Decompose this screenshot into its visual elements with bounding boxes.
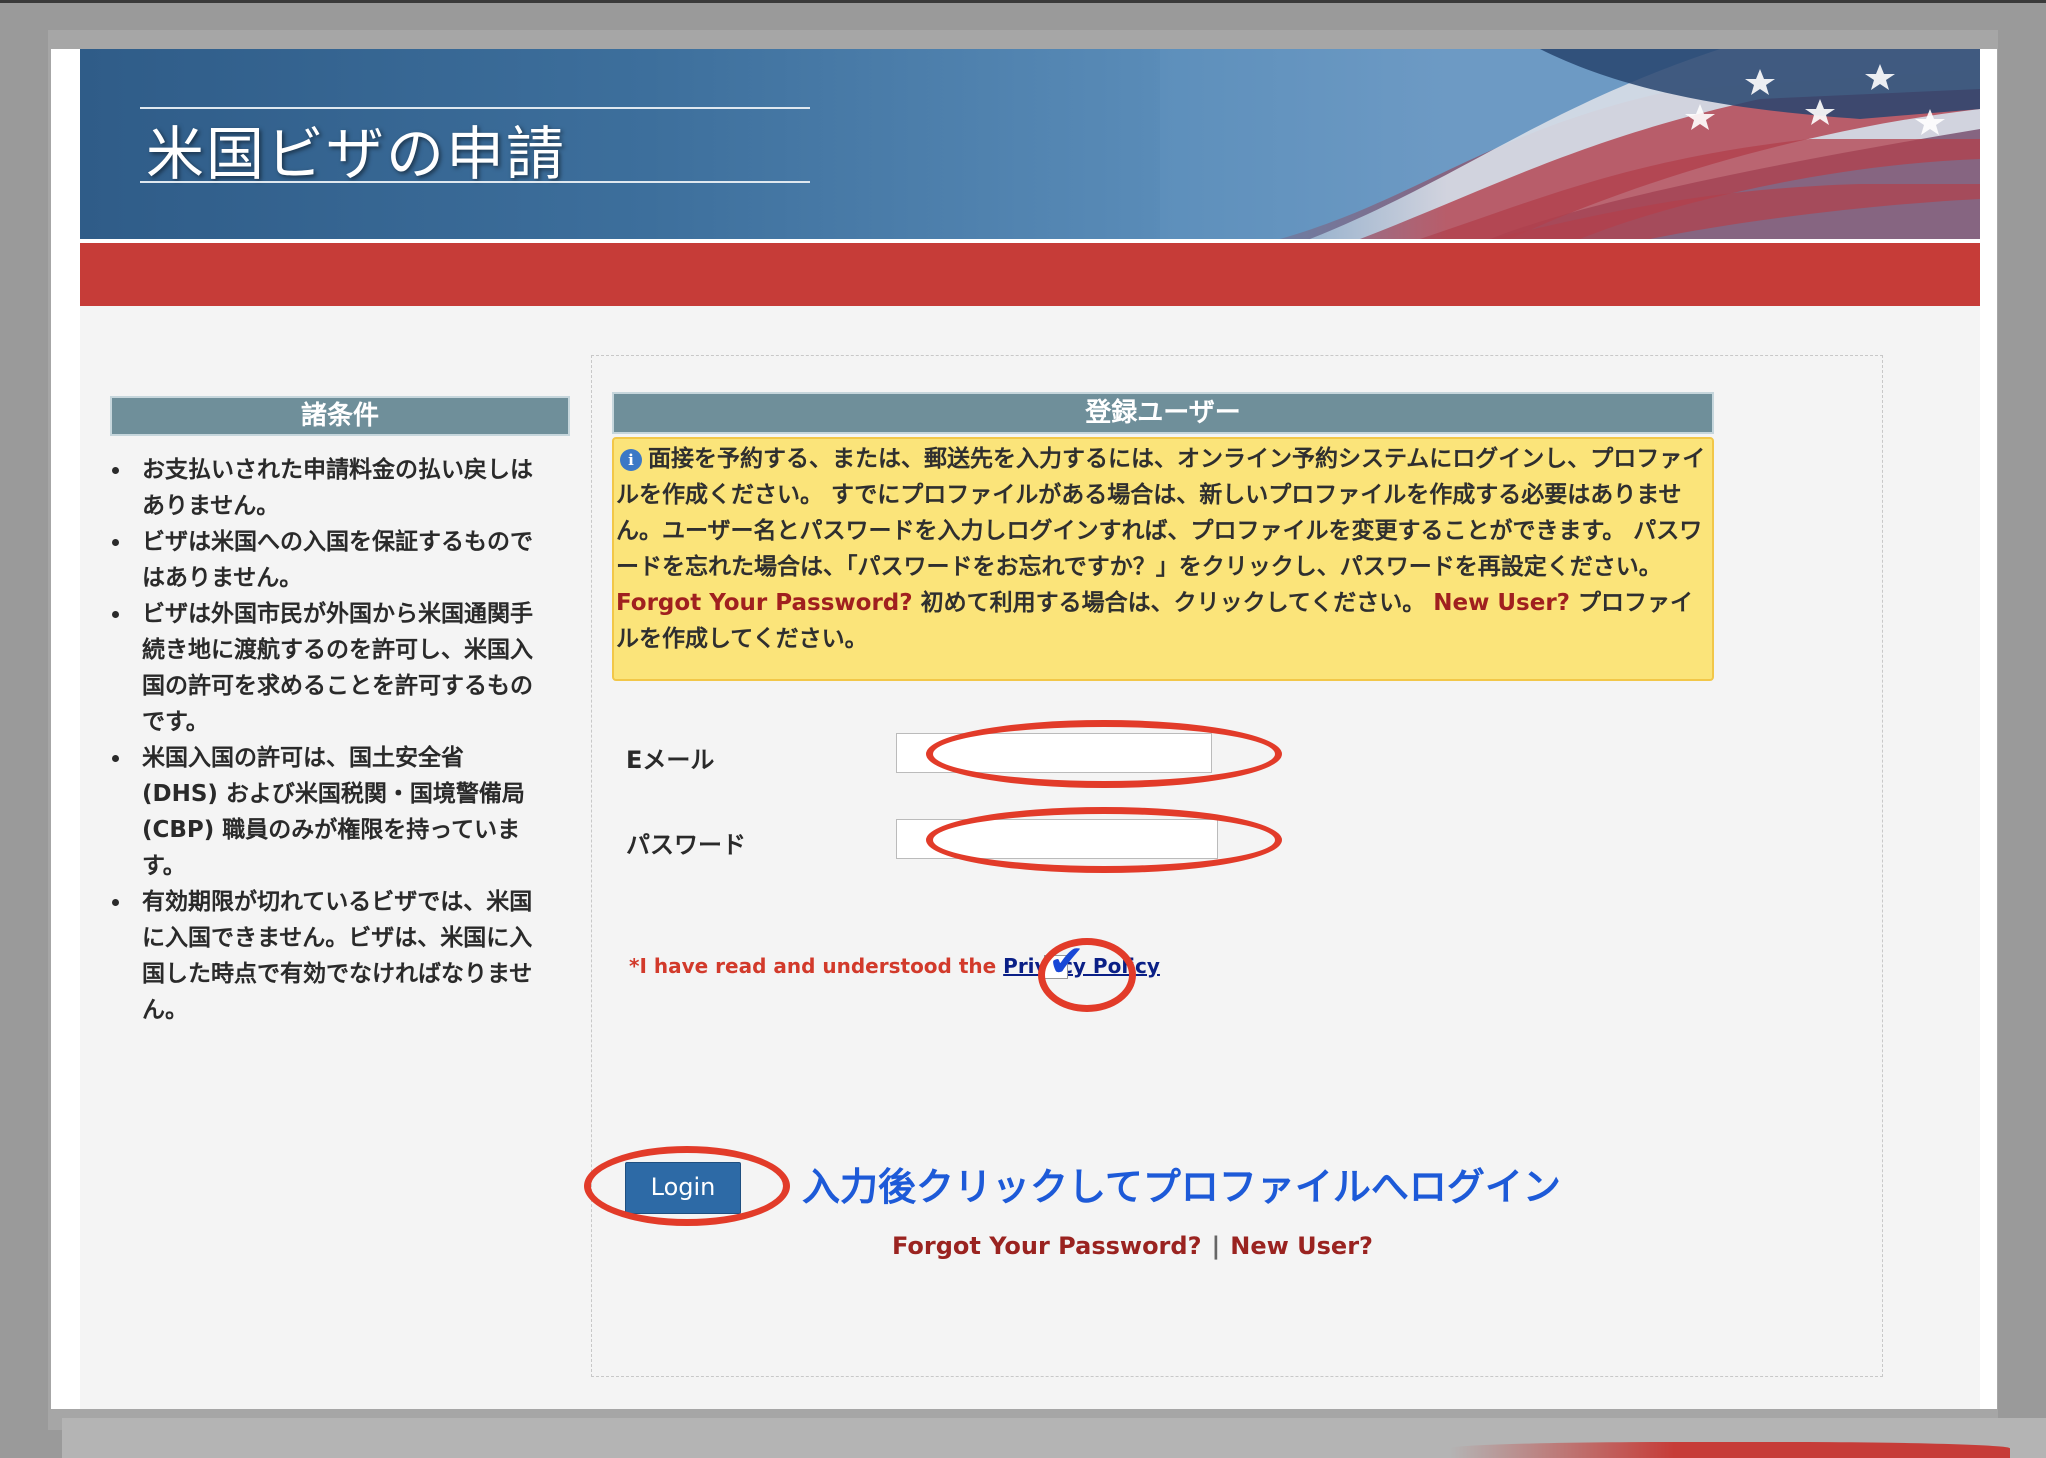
email-highlight-ellipse xyxy=(926,720,1282,788)
list-item: ビザは米国への入国を保証するものではありません。 xyxy=(112,524,570,596)
checkbox-highlight-ellipse xyxy=(1038,938,1136,1012)
background-red-accent xyxy=(1450,1442,2010,1458)
list-item: 米国入国の許可は、国土安全省 (DHS) および米国税関・国境警備局 (CBP)… xyxy=(112,740,570,884)
info-new-user-link[interactable]: New User? xyxy=(1433,590,1570,616)
list-item: 有効期限が切れているビザでは、米国に入国できません。ビザは、米国に入国した時点で… xyxy=(112,884,570,1028)
info-forgot-password-link[interactable]: Forgot Your Password? xyxy=(616,590,913,616)
page: 米国ビザの申請 諸条件 お支払いされた申請料金の払い戻しはありません。 ビザは米… xyxy=(51,49,1997,1409)
conditions-list: お支払いされた申請料金の払い戻しはありません。 ビザは米国への入国を保証するもの… xyxy=(110,452,570,1028)
new-user-link[interactable]: New User? xyxy=(1230,1232,1373,1260)
forgot-password-link[interactable]: Forgot Your Password? xyxy=(892,1232,1202,1260)
window-top-edge xyxy=(0,0,2046,3)
login-panel: 登録ユーザー i 面接を予約する、または、郵送先を入力するには、オンライン予約シス… xyxy=(584,355,1883,1377)
link-separator: | xyxy=(1211,1232,1221,1260)
email-label: Eメール xyxy=(626,746,715,774)
info-text: 初めて利用する場合は、クリックしてください。 xyxy=(912,590,1434,616)
password-label: パスワード xyxy=(626,831,746,859)
us-flag-image xyxy=(1160,49,1980,239)
login-instruction-annotation: 入力後クリックしてプロファイルへログイン xyxy=(802,1165,1561,1209)
page-title: 米国ビザの申請 xyxy=(146,120,567,188)
info-text: 面接を予約する、または、郵送先を入力するには、オンライン予約システムにログインし… xyxy=(616,446,1706,580)
conditions-heading: 諸条件 xyxy=(110,396,570,436)
info-icon: i xyxy=(620,449,642,471)
account-links: Forgot Your Password? | New User? xyxy=(892,1232,1373,1260)
list-item: ビザは外国市民が外国から米国通関手続き地に渡航するのを許可し、米国入国の許可を求… xyxy=(112,596,570,740)
login-highlight-ellipse xyxy=(584,1146,790,1226)
nav-bar xyxy=(80,243,1980,306)
registered-user-heading: 登録ユーザー xyxy=(612,392,1714,434)
list-item: お支払いされた申請料金の払い戻しはありません。 xyxy=(112,452,570,524)
title-rule-bottom xyxy=(140,181,810,183)
privacy-text: *I have read and understood the xyxy=(629,954,1004,978)
conditions-sidebar: 諸条件 お支払いされた申請料金の払い戻しはありません。 ビザは米国への入国を保証… xyxy=(110,396,570,1028)
info-message: i 面接を予約する、または、郵送先を入力するには、オンライン予約システムにログイン… xyxy=(612,437,1714,681)
password-highlight-ellipse xyxy=(926,807,1282,873)
site-banner: 米国ビザの申請 xyxy=(80,49,1980,239)
